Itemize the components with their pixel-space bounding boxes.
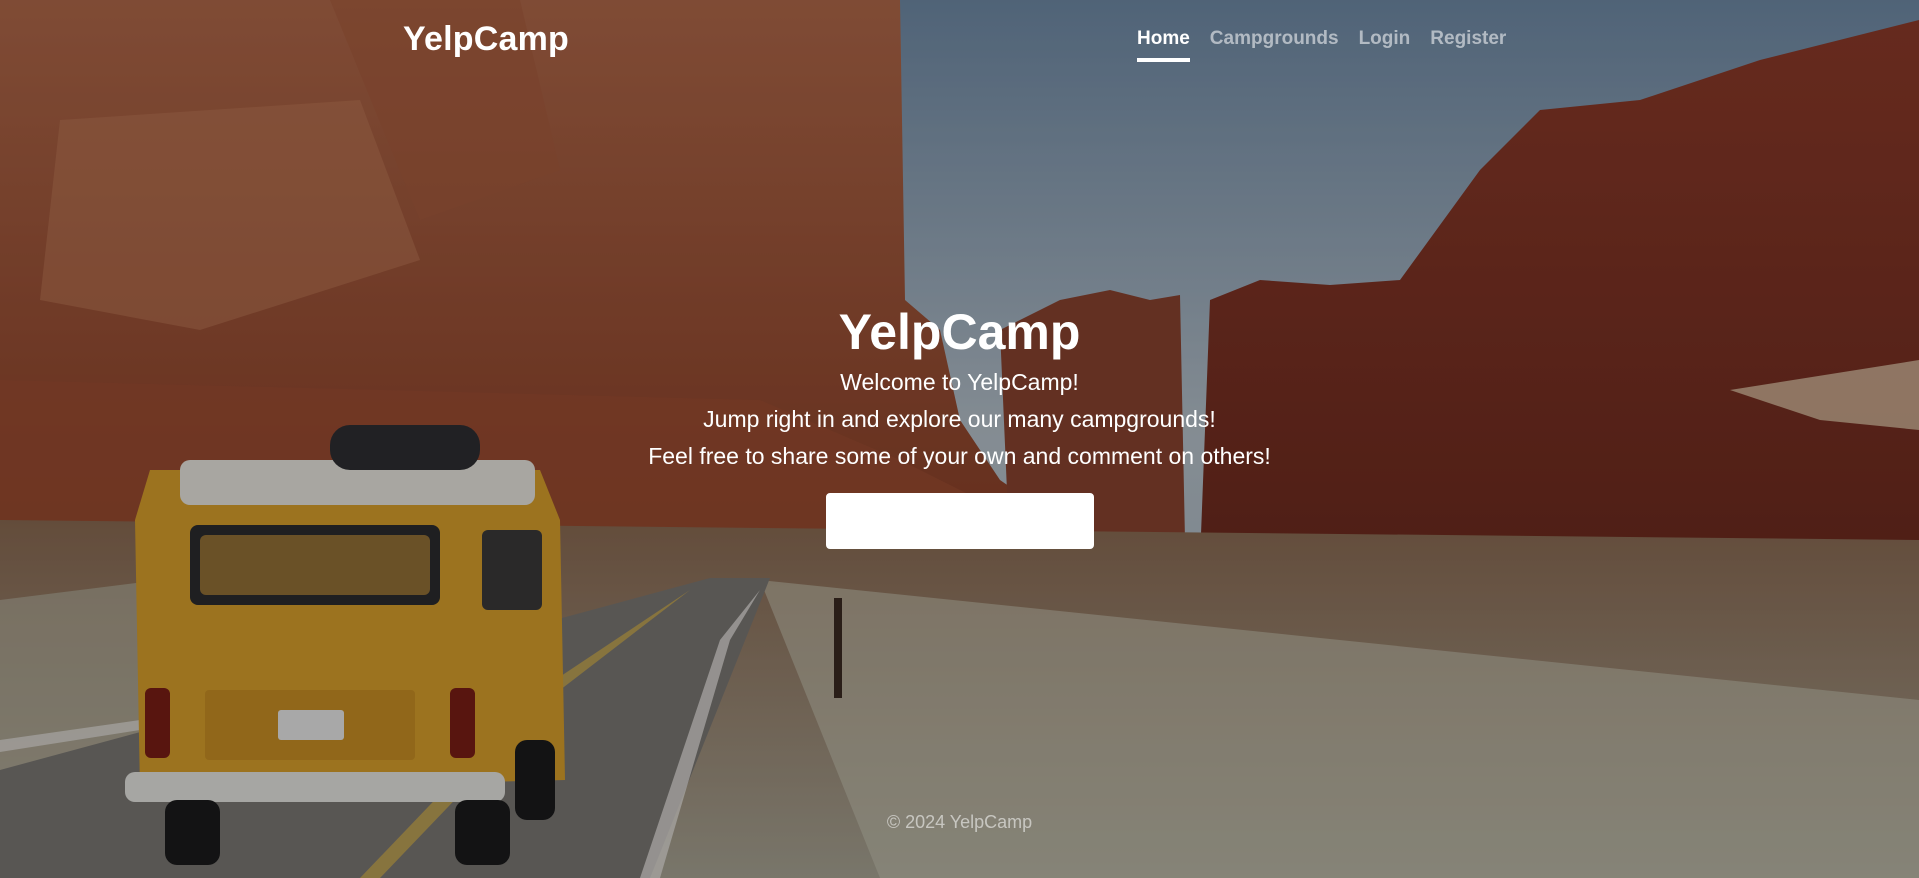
hero-line-share: Feel free to share some of your own and … xyxy=(648,443,1271,469)
nav-link-campgrounds[interactable]: Campgrounds xyxy=(1210,28,1339,62)
hero-line-welcome: Welcome to YelpCamp! xyxy=(840,369,1079,395)
hero-content: YelpCamp Welcome to YelpCamp! Jump right… xyxy=(0,300,1919,549)
nav-links: Home Campgrounds Login Register xyxy=(1137,28,1506,62)
brand-logo[interactable]: YelpCamp xyxy=(403,20,569,59)
footer: © 2024 YelpCamp xyxy=(886,812,1033,832)
hero-line-explore: Jump right in and explore our many campg… xyxy=(703,406,1216,432)
navbar: YelpCamp Home Campgrounds Login Register xyxy=(0,0,1919,80)
nav-link-login[interactable]: Login xyxy=(1359,28,1411,62)
hero-lead: Welcome to YelpCamp! Jump right in and e… xyxy=(0,364,1919,475)
view-campgrounds-button[interactable] xyxy=(825,493,1094,549)
nav-link-home[interactable]: Home xyxy=(1137,28,1190,62)
hero-title: YelpCamp xyxy=(838,304,1081,360)
nav-link-register[interactable]: Register xyxy=(1430,28,1506,62)
